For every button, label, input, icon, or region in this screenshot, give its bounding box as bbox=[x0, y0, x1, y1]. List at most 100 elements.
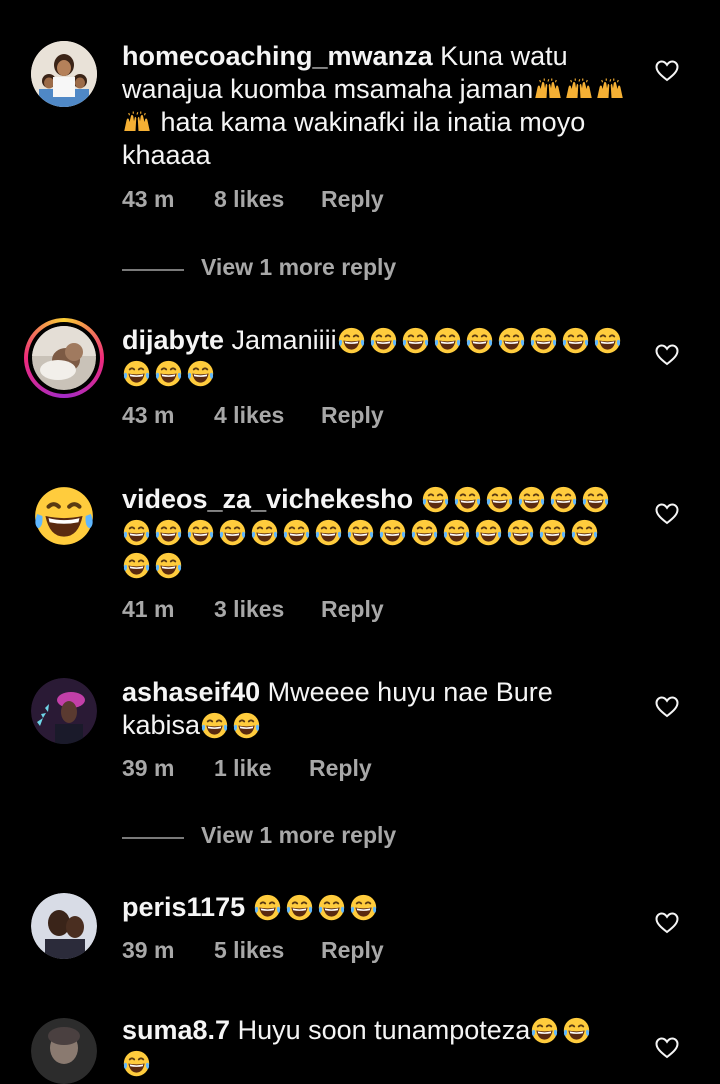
heart-outline-icon[interactable] bbox=[655, 60, 679, 82]
reply-button[interactable]: Reply bbox=[321, 402, 384, 429]
laughing-emoji bbox=[186, 359, 215, 388]
avatar[interactable] bbox=[31, 1018, 97, 1084]
view-more-label[interactable]: View 1 more reply bbox=[201, 822, 396, 849]
laughing-emoji bbox=[485, 485, 514, 514]
avatar[interactable] bbox=[31, 41, 97, 107]
raising-hands-emoji bbox=[595, 78, 625, 100]
divider-line bbox=[122, 837, 184, 839]
comment-likes[interactable]: 4 likes bbox=[214, 402, 321, 429]
laughing-emoji bbox=[282, 518, 311, 547]
comment-body-continued: hata kama wakinafki ila inatia moyo khaa… bbox=[122, 107, 586, 170]
comment-meta: 43 m 8 likes Reply bbox=[122, 186, 384, 213]
comment-meta: 41 m 3 likes Reply bbox=[122, 596, 384, 623]
laughing-emoji bbox=[453, 485, 482, 514]
comment-likes[interactable]: 8 likes bbox=[214, 186, 321, 213]
comment-time: 43 m bbox=[122, 186, 175, 212]
reply-button[interactable]: Reply bbox=[309, 755, 372, 782]
comment-text: videos_za_vichekesho bbox=[122, 483, 632, 582]
laughing-emoji bbox=[497, 326, 526, 355]
comment-meta: 39 m 1 like Reply bbox=[122, 755, 372, 782]
laughing-emoji bbox=[346, 518, 375, 547]
heart-outline-icon[interactable] bbox=[655, 696, 679, 718]
heart-outline-icon[interactable] bbox=[655, 912, 679, 934]
divider-line bbox=[122, 269, 184, 271]
comment-time: 43 m bbox=[122, 402, 175, 428]
laughing-emoji bbox=[421, 485, 450, 514]
comment-likes[interactable]: 1 like bbox=[214, 755, 309, 782]
laughing-emoji bbox=[517, 485, 546, 514]
view-more-label[interactable]: View 1 more reply bbox=[201, 254, 396, 281]
comment-likes[interactable]: 5 likes bbox=[214, 937, 321, 964]
heart-outline-icon[interactable] bbox=[655, 344, 679, 366]
laughing-emoji bbox=[250, 518, 279, 547]
laughing-emoji bbox=[401, 326, 430, 355]
laughing-emoji bbox=[549, 485, 578, 514]
avatar[interactable] bbox=[31, 893, 97, 959]
laughing-emoji bbox=[378, 518, 407, 547]
laughing-emoji bbox=[314, 518, 343, 547]
laughing-emoji bbox=[465, 326, 494, 355]
avatar[interactable] bbox=[31, 678, 97, 744]
laughing-emoji bbox=[561, 326, 590, 355]
avatar-image bbox=[32, 326, 96, 390]
laughing-emoji bbox=[122, 551, 151, 580]
laughing-emoji bbox=[253, 893, 282, 922]
comment-username[interactable]: suma8.7 bbox=[122, 1015, 230, 1045]
laughing-emoji bbox=[369, 326, 398, 355]
laughing-emoji bbox=[200, 711, 229, 740]
laughing-emoji bbox=[122, 1049, 151, 1078]
laughing-emoji bbox=[570, 518, 599, 547]
comment-time: 41 m bbox=[122, 596, 175, 622]
raising-hands-emoji bbox=[564, 78, 594, 100]
comment-text: homecoaching_mwanza Kuna watu wanajua ku… bbox=[122, 40, 632, 172]
laughing-emoji bbox=[154, 359, 183, 388]
laughing-emoji bbox=[285, 893, 314, 922]
comment-username[interactable]: homecoaching_mwanza bbox=[122, 41, 433, 71]
heart-outline-icon[interactable] bbox=[655, 503, 679, 525]
comment-text: dijabyte Jamaniiii bbox=[122, 324, 632, 390]
laughing-emoji bbox=[442, 518, 471, 547]
comment-time: 39 m bbox=[122, 937, 175, 963]
laughing-emoji bbox=[349, 893, 378, 922]
laughing-emoji bbox=[154, 551, 183, 580]
laughing-emoji bbox=[218, 518, 247, 547]
comment-text: peris1175 bbox=[122, 891, 632, 924]
avatar-story-ring[interactable] bbox=[24, 318, 104, 398]
avatar-laughing-emoji[interactable] bbox=[31, 483, 97, 549]
reply-button[interactable]: Reply bbox=[321, 596, 384, 623]
laughing-emoji bbox=[122, 359, 151, 388]
comment-likes[interactable]: 3 likes bbox=[214, 596, 321, 623]
laughing-emoji bbox=[337, 326, 366, 355]
laughing-emoji bbox=[506, 518, 535, 547]
laughing-emoji bbox=[529, 326, 558, 355]
laughing-emoji bbox=[410, 518, 439, 547]
laughing-emoji bbox=[122, 518, 151, 547]
comment-meta: 43 m 4 likes Reply bbox=[122, 402, 384, 429]
comment-username[interactable]: ashaseif40 bbox=[122, 677, 260, 707]
laughing-emoji bbox=[530, 1016, 559, 1045]
laughing-emoji bbox=[186, 518, 215, 547]
comment-time: 39 m bbox=[122, 755, 175, 781]
comment-body: Jamaniiii bbox=[231, 325, 337, 355]
laughing-emoji bbox=[581, 485, 610, 514]
laughing-emoji bbox=[562, 1016, 591, 1045]
avatar-image bbox=[31, 41, 97, 107]
laughing-emoji bbox=[232, 711, 261, 740]
laughing-emoji bbox=[154, 518, 183, 547]
comment-text: suma8.7 Huyu soon tunampoteza bbox=[122, 1014, 632, 1080]
comment-text: ashaseif40 Mweeee huyu nae Bure kabisa bbox=[122, 676, 632, 742]
comment-meta: 39 m 5 likes Reply bbox=[122, 937, 384, 964]
comment-body: Huyu soon tunampoteza bbox=[237, 1015, 531, 1045]
raising-hands-emoji bbox=[122, 111, 152, 133]
laughing-emoji bbox=[538, 518, 567, 547]
laughing-emoji bbox=[593, 326, 622, 355]
reply-button[interactable]: Reply bbox=[321, 937, 384, 964]
laughing-emoji bbox=[433, 326, 462, 355]
comment-username[interactable]: dijabyte bbox=[122, 325, 224, 355]
avatar-ring-gap bbox=[28, 322, 100, 394]
reply-button[interactable]: Reply bbox=[321, 186, 384, 213]
comment-username[interactable]: videos_za_vichekesho bbox=[122, 484, 413, 514]
heart-outline-icon[interactable] bbox=[655, 1037, 679, 1059]
laughing-emoji bbox=[317, 893, 346, 922]
comment-username[interactable]: peris1175 bbox=[122, 892, 245, 922]
